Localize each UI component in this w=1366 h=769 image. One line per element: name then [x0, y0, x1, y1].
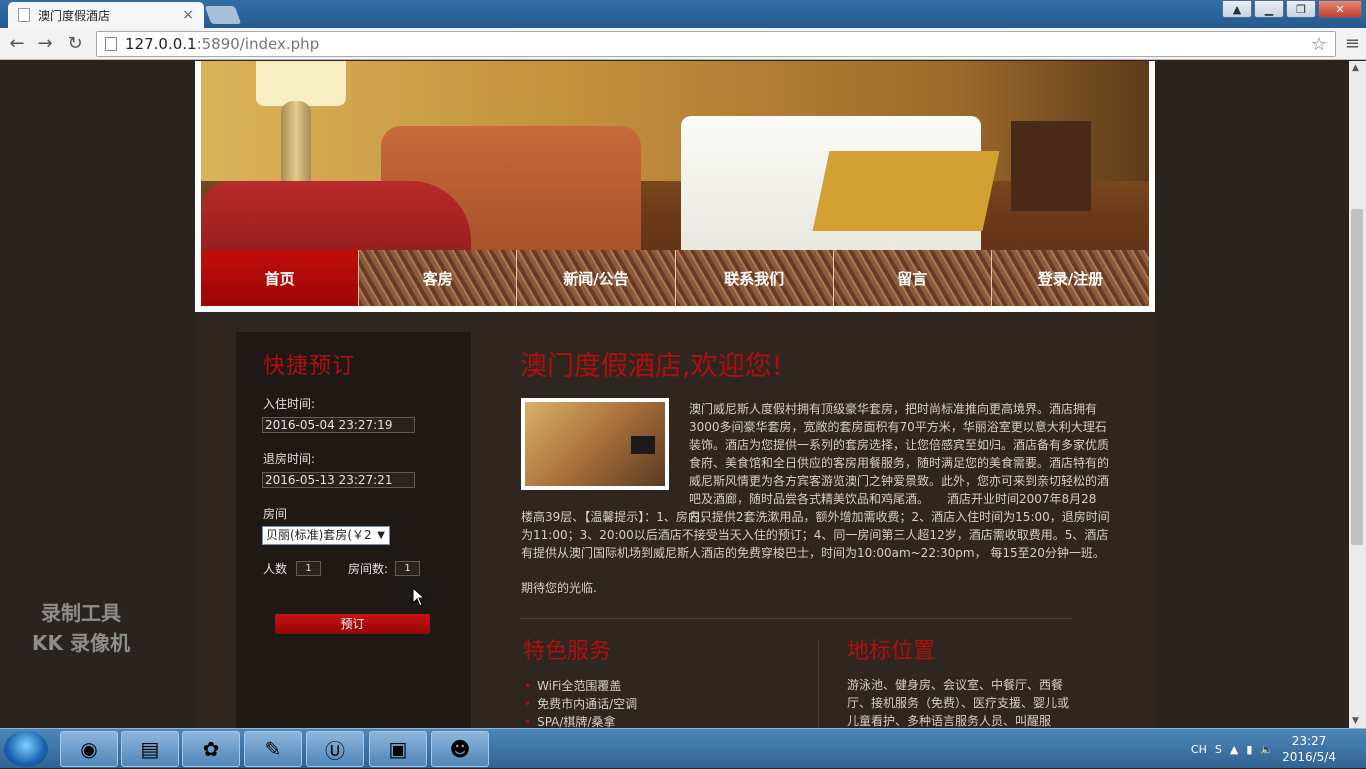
- hotel-thumbnail: [521, 398, 669, 490]
- intro-text-full: 楼高39层、【温馨提示】：1、房内只提供2套洗漱用品，额外增加需收费；2、酒店入…: [521, 510, 1110, 560]
- clock-date: 2016/5/4: [1282, 750, 1336, 764]
- address-bar: ← → ↻ 127.0.0.1:5890/index.php ☆ ≡: [0, 28, 1366, 60]
- ultraedit-taskbar-icon[interactable]: Ⓤ: [306, 731, 364, 767]
- checkout-label: 退房时间:: [263, 452, 316, 466]
- clock-time: 23:27: [1291, 734, 1327, 748]
- close-window-button[interactable]: ✕: [1318, 0, 1362, 18]
- dropdown-arrow-icon: ▼: [377, 530, 385, 541]
- page-favicon-icon: [18, 8, 30, 22]
- app-taskbar-icon[interactable]: ✿: [182, 731, 240, 767]
- ime-icon[interactable]: S: [1215, 743, 1222, 756]
- back-icon[interactable]: ←: [6, 33, 28, 55]
- page-icon: [105, 37, 117, 51]
- room-select-value: 贝丽(标准)套房(￥2: [266, 528, 372, 542]
- location-title: 地标位置: [847, 639, 936, 664]
- nav-messages[interactable]: 留言: [832, 250, 991, 306]
- column-divider: [818, 640, 819, 728]
- service-item: • 免费市内通话/空调: [524, 697, 638, 711]
- rooms-label: 房间数:: [348, 562, 389, 576]
- scroll-down-icon[interactable]: ▼: [1352, 716, 1359, 726]
- browser-tab-bar: 澳门度假酒店 × ▲ ▁ ❐ ✕: [0, 0, 1366, 28]
- maximize-button[interactable]: ❐: [1286, 0, 1316, 18]
- checkout-input[interactable]: 2016-05-13 23:27:21: [262, 472, 415, 488]
- closing-text: 期待您的光临.: [521, 581, 597, 595]
- menu-icon[interactable]: ≡: [1345, 33, 1360, 54]
- network-icon[interactable]: ▮: [1246, 743, 1252, 756]
- window-controls: ▲ ▁ ❐ ✕: [1222, 0, 1362, 18]
- editor-taskbar-icon[interactable]: ✎: [244, 731, 302, 767]
- start-button[interactable]: [4, 731, 48, 767]
- services-title: 特色服务: [523, 639, 612, 664]
- forward-icon[interactable]: →: [34, 33, 56, 55]
- page-title: 澳门度假酒店,欢迎您!: [520, 351, 783, 382]
- checkin-label: 入住时间:: [263, 397, 316, 411]
- scroll-up-icon[interactable]: ▲: [1352, 63, 1359, 73]
- room-select[interactable]: 贝丽(标准)套房(￥2 ▼: [262, 526, 390, 545]
- quick-booking-title: 快捷预订: [263, 354, 356, 379]
- tray-arrow-icon[interactable]: ▲: [1230, 743, 1238, 756]
- browser-tab[interactable]: 澳门度假酒店 ×: [8, 2, 204, 28]
- scrollbar-thumb[interactable]: [1351, 209, 1363, 545]
- windows-taskbar: ◉ ▤ ✿ ✎ Ⓤ ▣ ☻ CH S ▲ ▮ 🔈 23:27 2016/5/4: [0, 728, 1366, 768]
- rooms-input[interactable]: 1: [395, 561, 420, 576]
- tab-title: 澳门度假酒店: [38, 8, 111, 23]
- people-label: 人数: [263, 562, 288, 576]
- close-tab-icon[interactable]: ×: [182, 7, 194, 23]
- url-host: 127.0.0.1: [125, 35, 197, 53]
- recorder-taskbar-icon[interactable]: ☻: [431, 731, 489, 767]
- location-text: 游泳池、健身房、会议室、中餐厅、西餐厅、接机服务（免费）、医疗支援、婴儿或儿童看…: [847, 678, 1069, 728]
- nav-home[interactable]: 首页: [201, 250, 359, 306]
- media-taskbar-icon[interactable]: ▣: [369, 731, 427, 767]
- chrome-taskbar-icon[interactable]: ◉: [60, 731, 118, 767]
- language-indicator[interactable]: CH: [1191, 743, 1207, 756]
- minimize-button[interactable]: ▁: [1254, 0, 1284, 18]
- people-input[interactable]: 1: [296, 561, 321, 576]
- watermark-line1: 录制工具: [40, 601, 121, 625]
- mouse-cursor-icon: [412, 587, 426, 607]
- book-button[interactable]: 预订: [275, 614, 430, 634]
- new-tab-button[interactable]: [204, 6, 242, 24]
- checkin-input[interactable]: 2016-05-04 23:27:19: [262, 417, 415, 433]
- recorder-watermark: 录制工具 KK 录像机: [32, 598, 130, 658]
- bookmark-star-icon[interactable]: ☆: [1311, 34, 1327, 55]
- system-tray: CH S ▲ ▮ 🔈 23:27 2016/5/4: [1191, 729, 1366, 769]
- url-input[interactable]: 127.0.0.1:5890/index.php ☆: [96, 31, 1336, 57]
- page-viewport: 首页 客房 新闻/公告 联系我们 留言 登录/注册: [0, 61, 1349, 728]
- section-divider: [520, 618, 1072, 619]
- page-scrollbar[interactable]: ▲ ▼: [1349, 61, 1366, 728]
- explorer-taskbar-icon[interactable]: ▤: [121, 731, 179, 767]
- nav-login[interactable]: 登录/注册: [990, 250, 1150, 306]
- reload-icon[interactable]: ↻: [64, 33, 86, 55]
- service-item: • WiFi全范围覆盖: [524, 679, 622, 693]
- user-icon[interactable]: ▲: [1222, 0, 1252, 18]
- watermark-line2: KK 录像机: [32, 631, 130, 655]
- nav-contact[interactable]: 联系我们: [674, 250, 833, 306]
- room-label: 房间: [263, 507, 288, 521]
- nav-news[interactable]: 新闻/公告: [516, 250, 675, 306]
- url-path: :5890/index.php: [196, 35, 320, 53]
- clock[interactable]: 23:27 2016/5/4: [1282, 733, 1336, 765]
- main-nav: 首页 客房 新闻/公告 联系我们 留言 登录/注册: [195, 250, 1155, 312]
- nav-rooms[interactable]: 客房: [358, 250, 517, 306]
- volume-icon[interactable]: 🔈: [1260, 743, 1274, 756]
